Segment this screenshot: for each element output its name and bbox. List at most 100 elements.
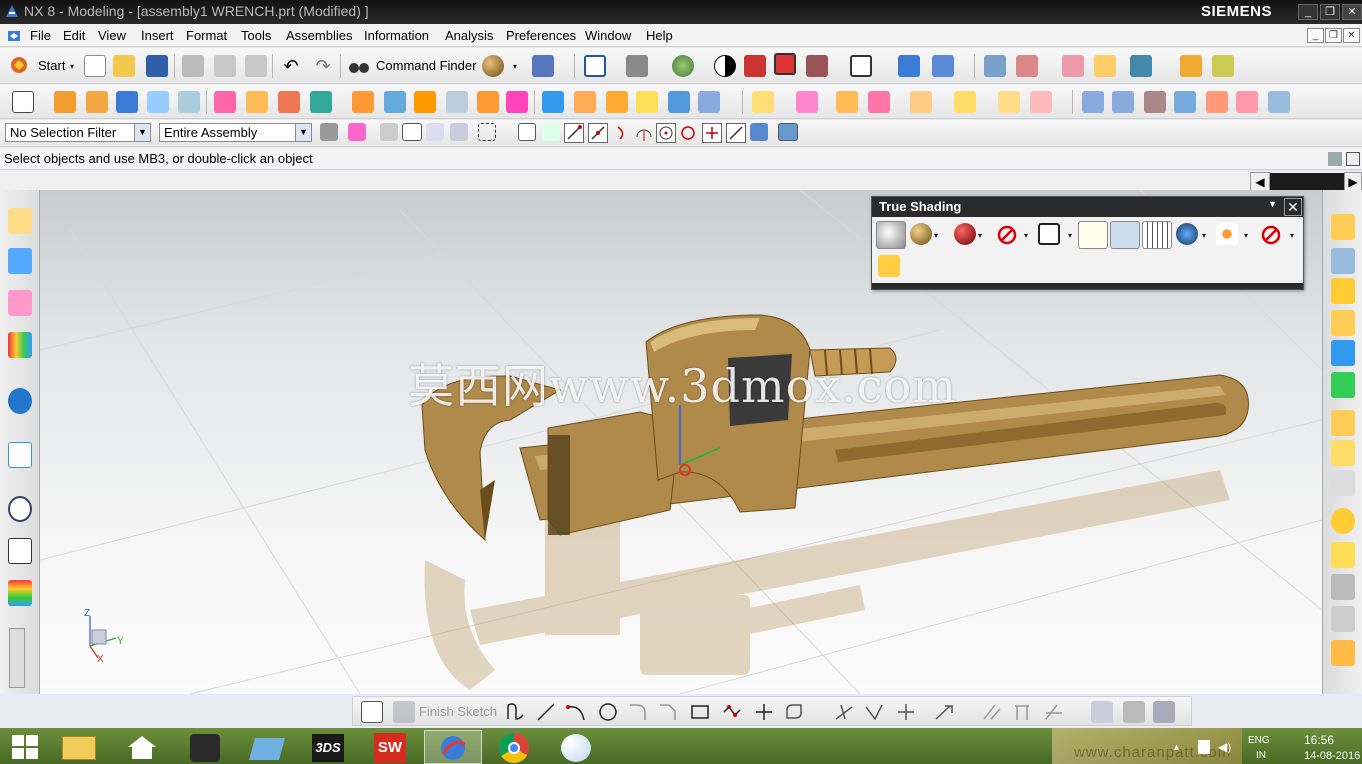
geometric-constraint-icon[interactable] xyxy=(1011,701,1033,723)
taskbar-file-explorer[interactable] xyxy=(54,730,112,764)
sketch-task-icon[interactable] xyxy=(361,701,383,723)
edge-blend-icon[interactable] xyxy=(542,91,564,113)
r-component-icon[interactable] xyxy=(1331,214,1355,240)
ruler-icon[interactable] xyxy=(1180,55,1202,77)
taskbar-app-folder[interactable] xyxy=(238,730,296,764)
r-axis-icon[interactable] xyxy=(1331,372,1355,398)
no-material-icon[interactable] xyxy=(996,224,1018,246)
select-face-icon[interactable] xyxy=(426,123,444,141)
surface-3-icon[interactable] xyxy=(1144,91,1166,113)
surface-7-icon[interactable] xyxy=(1268,91,1290,113)
fillet-icon[interactable] xyxy=(627,701,649,723)
part-navigator-tab-icon[interactable] xyxy=(8,290,32,316)
quick-extend-icon[interactable] xyxy=(863,701,885,723)
constraints-icon[interactable] xyxy=(933,701,955,723)
surface-4-icon[interactable] xyxy=(1174,91,1196,113)
thicken-icon[interactable] xyxy=(446,91,468,113)
menu-edit[interactable]: Edit xyxy=(63,28,85,43)
snap-intersection-icon[interactable] xyxy=(542,123,560,141)
finish-sketch-button[interactable]: Finish Sketch xyxy=(419,704,497,719)
no-environment-icon[interactable] xyxy=(1260,224,1282,246)
cone-icon[interactable] xyxy=(178,91,200,113)
assembly-navigator-tab-icon[interactable] xyxy=(8,208,32,234)
fit-icon[interactable] xyxy=(584,55,606,77)
r-structure-icon[interactable] xyxy=(1331,606,1355,632)
box-select-icon[interactable] xyxy=(478,123,496,141)
sketch-reference-icon[interactable] xyxy=(1123,701,1145,723)
r-path-icon[interactable] xyxy=(1331,410,1355,436)
mirror-assembly-icon[interactable] xyxy=(910,91,932,113)
display-window-icon[interactable] xyxy=(850,55,872,77)
select-assembly-icon[interactable] xyxy=(778,123,798,141)
background-icon[interactable] xyxy=(714,55,736,77)
selection-scope-dropdown[interactable]: Entire Assembly ▼ xyxy=(159,123,312,142)
save-icon[interactable] xyxy=(146,55,168,77)
datum-plane-icon[interactable] xyxy=(698,91,720,113)
arc-icon[interactable] xyxy=(565,701,587,723)
profile-icon[interactable] xyxy=(505,701,527,723)
pad-icon[interactable] xyxy=(310,91,332,113)
shaded-ball-icon[interactable] xyxy=(482,55,504,77)
select-body-icon[interactable] xyxy=(402,123,422,141)
boss-icon[interactable] xyxy=(246,91,268,113)
snap-control-point-icon[interactable] xyxy=(612,123,632,143)
point-icon[interactable] xyxy=(753,701,775,723)
chamfer-sketch-icon[interactable] xyxy=(657,701,679,723)
roles-tab-icon[interactable] xyxy=(8,580,32,606)
extrude-icon[interactable] xyxy=(54,91,76,113)
paste-icon[interactable] xyxy=(245,55,267,77)
highlight-icon[interactable] xyxy=(1216,223,1238,245)
select-edge-icon[interactable] xyxy=(450,123,468,141)
draft-icon[interactable] xyxy=(606,91,628,113)
clock-history-icon[interactable] xyxy=(8,496,32,522)
shaded-cube-icon[interactable] xyxy=(744,55,766,77)
clock-time[interactable]: 16:56 xyxy=(1304,733,1334,747)
r-motion-icon[interactable] xyxy=(1331,508,1355,534)
menu-help[interactable]: Help xyxy=(646,28,673,43)
system-materials-icon[interactable] xyxy=(8,538,32,564)
taskbar-3ds[interactable]: 3DS xyxy=(300,730,358,764)
unite-icon[interactable] xyxy=(352,91,374,113)
quick-trim-icon[interactable] xyxy=(833,701,855,723)
true-shading-toggle-icon[interactable] xyxy=(876,221,906,249)
copy-icon[interactable] xyxy=(214,55,236,77)
snap-midpoint-icon[interactable] xyxy=(588,123,608,143)
wireframe-cube-icon[interactable] xyxy=(774,53,796,75)
drafting-icon[interactable] xyxy=(1212,55,1234,77)
r-tree-icon[interactable] xyxy=(1331,574,1355,600)
menu-tools[interactable]: Tools xyxy=(241,28,271,43)
measure-icon[interactable] xyxy=(1062,55,1084,77)
surface-5-icon[interactable] xyxy=(1206,91,1228,113)
cut-icon[interactable] xyxy=(182,55,204,77)
wcs-icon[interactable] xyxy=(898,55,920,77)
split-body-icon[interactable] xyxy=(668,91,690,113)
start-button[interactable]: Start xyxy=(38,58,65,73)
taskbar-chrome[interactable] xyxy=(486,730,544,764)
true-shading-close-button[interactable]: ✕ xyxy=(1284,198,1302,216)
scroll-thumb[interactable] xyxy=(1270,173,1344,190)
command-finder-button[interactable]: Command Finder xyxy=(376,58,476,73)
snap-quadrant-icon[interactable] xyxy=(678,123,698,143)
add-component-icon[interactable] xyxy=(752,91,774,113)
shading-settings-icon[interactable] xyxy=(878,255,900,277)
material-editor-icon[interactable] xyxy=(954,223,976,245)
intersect-icon[interactable] xyxy=(414,91,436,113)
surface-6-icon[interactable] xyxy=(1236,91,1258,113)
polygon-icon[interactable] xyxy=(721,701,743,723)
chamfer-icon[interactable] xyxy=(574,91,596,113)
r-add-icon[interactable] xyxy=(1331,278,1355,304)
render-style-icon[interactable] xyxy=(672,55,694,77)
snap-point-on-curve-icon[interactable] xyxy=(726,123,746,143)
r-move-icon[interactable] xyxy=(1331,310,1355,336)
selection-filter-dropdown[interactable]: No Selection Filter ▼ xyxy=(5,123,151,142)
scroll-right-icon[interactable]: ▶ xyxy=(1344,172,1362,191)
menu-format[interactable]: Format xyxy=(186,28,227,43)
wave-icon[interactable] xyxy=(954,91,976,113)
select-component-icon[interactable] xyxy=(320,123,338,141)
finish-sketch-icon[interactable] xyxy=(393,701,415,723)
resource-bar-icon[interactable] xyxy=(1328,152,1342,166)
shell-icon[interactable] xyxy=(477,91,499,113)
select-feature-icon[interactable] xyxy=(348,123,366,141)
menu-window[interactable]: Window xyxy=(585,28,631,43)
toolbar-options-icon[interactable]: ▾ xyxy=(1270,199,1275,210)
